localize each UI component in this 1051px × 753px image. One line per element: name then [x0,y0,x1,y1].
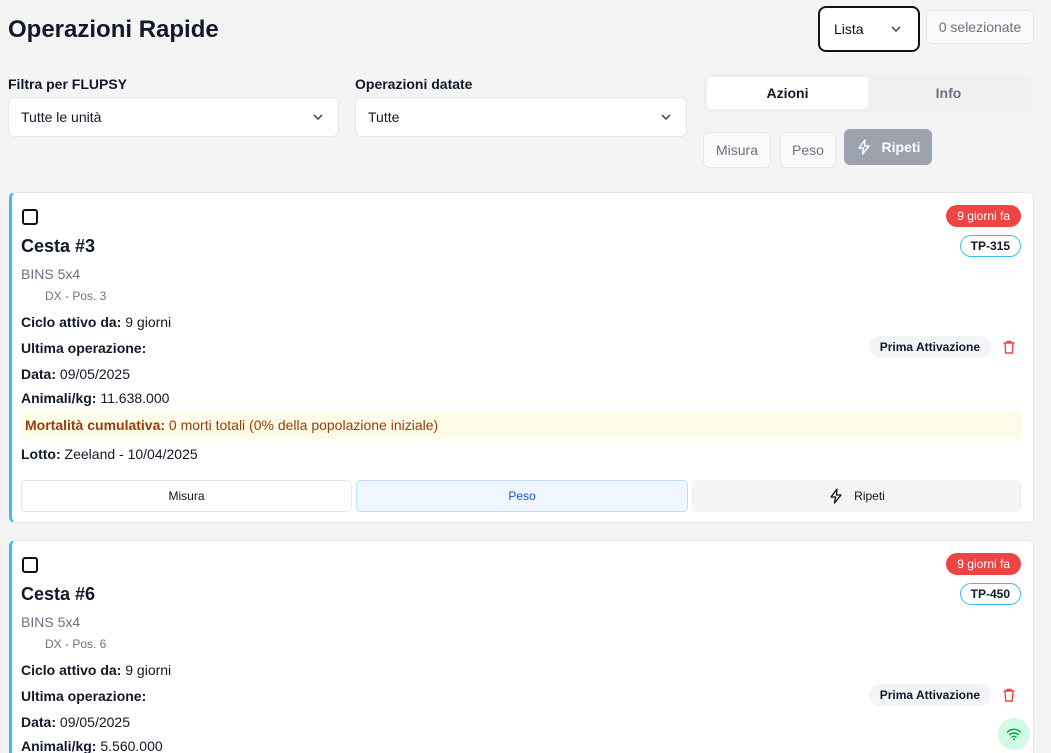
flupsy-filter-value: Tutte le unità [21,109,102,125]
view-mode-value: Lista [834,21,864,37]
cycle-row: Ciclo attivo da: 9 giorni [21,662,171,678]
dated-filter-select[interactable]: Tutte [355,97,687,137]
mortality-value: 0 morti totali (0% della popolazione ini… [168,417,439,433]
basket-card: 9 giorni fa TP-315 Cesta #3 BINS 5x4 DX … [9,192,1034,523]
tab-info[interactable]: Info [868,77,1029,109]
misura-button[interactable]: Misura [21,480,352,512]
page-title: Operazioni Rapide [8,16,219,43]
card-title: Cesta #3 [21,236,96,256]
card-type: BINS 5x4 [21,614,81,630]
mortality-banner: Mortalità cumulativa: 0 morti totali (0%… [21,411,1022,439]
date-label: Data: [21,714,57,730]
view-mode-select[interactable]: Lista [818,6,920,52]
date-label: Data: [21,366,57,382]
chevron-down-icon [661,114,671,121]
select-checkbox[interactable] [22,209,38,225]
cycle-label: Ciclo attivo da: [21,314,122,330]
card-title: Cesta #6 [21,584,96,604]
dated-filter-value: Tutte [368,109,400,125]
selected-count-button[interactable]: 0 selezionate [926,10,1034,44]
wifi-icon [1006,728,1022,741]
lightning-icon [857,139,870,155]
last-op-label: Ultima operazione: [21,340,147,356]
date-value: 09/05/2025 [59,366,130,382]
select-checkbox[interactable] [22,557,38,573]
bulk-peso-button[interactable]: Peso [780,132,836,168]
cycle-value: 9 giorni [125,314,172,330]
card-position: DX - Pos. 6 [45,637,107,651]
tag-badge: TP-315 [959,235,1021,257]
card-type: BINS 5x4 [21,266,81,282]
bulk-ripeti-button[interactable]: Ripeti [844,129,932,165]
animals-value: 11.638.000 [100,390,170,406]
ripeti-label: Ripeti [854,489,885,503]
connection-status[interactable] [998,718,1030,750]
view-tabs: Azioni Info [704,74,1032,112]
card-position: DX - Pos. 3 [45,289,107,303]
chevron-down-icon [891,26,901,33]
animals-label: Animali/kg: [21,390,97,406]
chevron-down-icon [313,114,323,121]
dated-filter-label: Operazioni datate [355,76,473,92]
flupsy-filter-select[interactable]: Tutte le unità [8,97,339,137]
tag-badge: TP-450 [959,583,1021,605]
date-row: Data: 09/05/2025 [21,366,130,382]
date-value: 09/05/2025 [59,714,130,730]
animals-row: Animali/kg: 5.560.000 [21,738,163,753]
flupsy-filter-label: Filtra per FLUPSY [8,76,128,92]
last-op-row: Ultima operazione: [21,688,146,704]
basket-card: 9 giorni fa TP-450 Cesta #6 BINS 5x4 DX … [9,540,1034,753]
lot-row: Lotto: Zeeland - 10/04/2025 [21,446,198,462]
tab-azioni[interactable]: Azioni [707,77,868,109]
bulk-misura-button[interactable]: Misura [703,132,771,168]
bulk-ripeti-label: Ripeti [881,139,921,155]
cycle-label: Ciclo attivo da: [21,662,122,678]
date-row: Data: 09/05/2025 [21,714,130,730]
age-badge: 9 giorni fa [946,553,1021,575]
animals-value: 5.560.000 [100,738,163,753]
animals-row: Animali/kg: 11.638.000 [21,390,169,406]
cycle-row: Ciclo attivo da: 9 giorni [21,314,171,330]
operation-badge: Prima Attivazione [868,336,991,358]
ripeti-button[interactable]: Ripeti [692,480,1021,512]
lightning-icon [830,488,842,504]
last-op-label: Ultima operazione: [21,688,147,704]
animals-label: Animali/kg: [21,738,97,753]
trash-icon[interactable] [1001,339,1017,355]
operation-badge: Prima Attivazione [868,684,991,706]
cycle-value: 9 giorni [125,662,172,678]
last-op-row: Ultima operazione: [21,340,146,356]
trash-icon[interactable] [1001,687,1017,703]
mortality-label: Mortalità cumulativa: [25,417,166,433]
age-badge: 9 giorni fa [946,205,1021,227]
lot-label: Lotto: [21,446,61,462]
peso-button[interactable]: Peso [356,480,688,512]
lot-value: Zeeland - 10/04/2025 [64,446,198,462]
